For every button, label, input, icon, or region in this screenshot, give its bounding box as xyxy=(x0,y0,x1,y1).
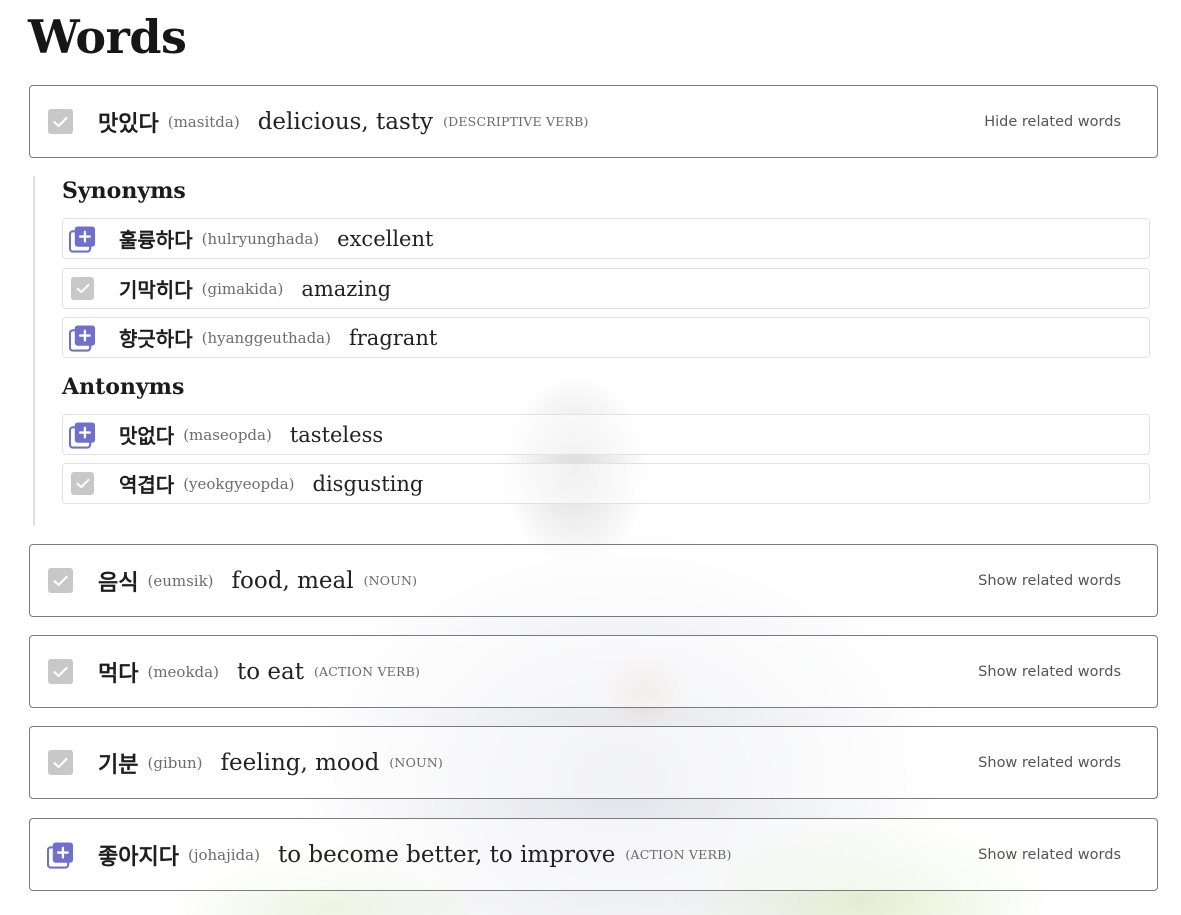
word-card-masitda: 맛있다 (masitda) delicious, tasty (DESCRIPT… xyxy=(29,85,1158,158)
hide-related-words-button[interactable]: Hide related words xyxy=(984,114,1121,130)
word-english: delicious, tasty xyxy=(257,108,434,135)
antonyms-heading: Antonyms xyxy=(62,374,185,400)
word-korean: 기분 xyxy=(98,752,139,778)
synonym-row-hulryunghada: 훌륭하다 (hulryunghada) excellent xyxy=(62,218,1150,259)
add-to-list-icon[interactable] xyxy=(69,225,96,253)
related-words-panel: Synonyms 훌륭하다 (hulryunghada) excellent 기… xyxy=(33,176,1151,526)
related-english: amazing xyxy=(301,276,392,301)
word-part-of-speech: (DESCRIPTIVE VERB) xyxy=(443,114,589,129)
word-card-meokda: 먹다 (meokda) to eat (ACTION VERB) Show re… xyxy=(29,635,1158,708)
add-to-list-icon[interactable] xyxy=(69,421,96,449)
show-related-words-button[interactable]: Show related words xyxy=(978,755,1121,771)
check-icon[interactable] xyxy=(69,275,96,302)
word-romanization: (johajida) xyxy=(187,845,260,864)
related-romanization: (yeokgyeopda) xyxy=(183,474,295,493)
word-romanization: (masitda) xyxy=(167,112,240,131)
word-english: to become better, to improve xyxy=(277,841,616,868)
related-korean: 맛없다 xyxy=(119,424,175,448)
word-card-eumsik: 음식 (eumsik) food, meal (NOUN) Show relat… xyxy=(29,544,1158,617)
add-to-list-icon[interactable] xyxy=(47,841,74,869)
word-romanization: (gibun) xyxy=(147,753,203,772)
synonym-row-hyanggeuthada: 향긋하다 (hyanggeuthada) fragrant xyxy=(62,317,1150,358)
related-romanization: (hulryunghada) xyxy=(201,229,320,248)
check-icon[interactable] xyxy=(47,749,74,776)
related-korean: 기막히다 xyxy=(119,278,193,302)
word-korean: 맛있다 xyxy=(98,111,159,137)
related-romanization: (hyanggeuthada) xyxy=(201,328,331,347)
related-english: fragrant xyxy=(348,325,438,350)
word-part-of-speech: (NOUN) xyxy=(363,573,418,588)
show-related-words-button[interactable]: Show related words xyxy=(978,664,1121,680)
synonym-row-gimakida: 기막히다 (gimakida) amazing xyxy=(62,268,1150,309)
show-related-words-button[interactable]: Show related words xyxy=(978,573,1121,589)
check-icon[interactable] xyxy=(47,658,74,685)
word-english: to eat xyxy=(236,658,304,685)
synonyms-heading: Synonyms xyxy=(62,178,186,204)
add-to-list-icon[interactable] xyxy=(69,324,96,352)
word-english: food, meal xyxy=(231,567,354,594)
word-card-gibun: 기분 (gibun) feeling, mood (NOUN) Show rel… xyxy=(29,726,1158,799)
antonym-row-maseopda: 맛없다 (maseopda) tasteless xyxy=(62,414,1150,455)
word-card-johajida: 좋아지다 (johajida) to become better, to imp… xyxy=(29,818,1158,891)
word-part-of-speech: (ACTION VERB) xyxy=(625,847,732,862)
show-related-words-button[interactable]: Show related words xyxy=(978,847,1121,863)
check-icon[interactable] xyxy=(47,108,74,135)
related-romanization: (maseopda) xyxy=(183,425,272,444)
related-korean: 훌륭하다 xyxy=(119,228,193,252)
word-romanization: (meokda) xyxy=(147,662,219,681)
related-english: excellent xyxy=(337,226,434,251)
word-korean: 좋아지다 xyxy=(98,844,179,870)
check-icon[interactable] xyxy=(47,567,74,594)
page-title: Words xyxy=(28,10,187,64)
related-english: disgusting xyxy=(312,471,424,496)
related-korean: 역겹다 xyxy=(119,473,175,497)
word-english: feeling, mood xyxy=(220,749,380,776)
related-romanization: (gimakida) xyxy=(201,279,284,298)
word-korean: 먹다 xyxy=(98,661,139,687)
word-part-of-speech: (ACTION VERB) xyxy=(313,664,421,679)
word-part-of-speech: (NOUN) xyxy=(389,755,443,770)
related-english: tasteless xyxy=(289,422,384,447)
antonym-row-yeokgyeopda: 역겹다 (yeokgyeopda) disgusting xyxy=(62,463,1150,504)
check-icon[interactable] xyxy=(69,470,96,497)
word-romanization: (eumsik) xyxy=(147,571,214,590)
word-korean: 음식 xyxy=(98,570,139,596)
related-korean: 향긋하다 xyxy=(119,327,193,351)
